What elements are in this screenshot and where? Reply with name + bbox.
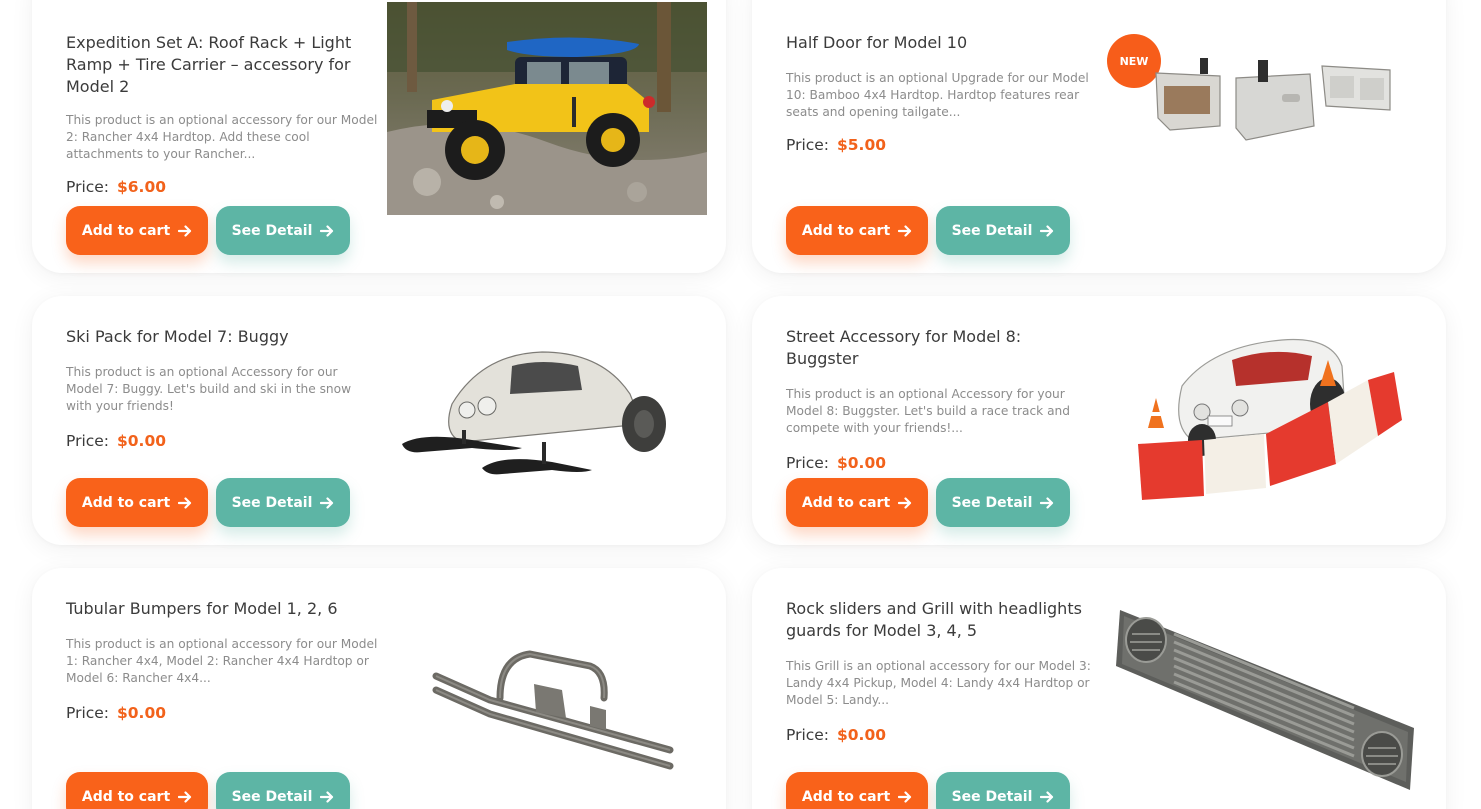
price-label: Price: [786,135,830,154]
add-to-cart-label: Add to cart [81,788,171,805]
price-line: Price: $5.00 [786,136,1098,154]
yellow-jeep-photo [387,2,707,215]
price-label: Price: [66,703,110,722]
see-detail-label: See Detail [231,788,313,805]
product-card: Expedition Set A: Roof Rack + Light Ramp… [32,0,726,273]
arrow-right-icon [898,790,912,803]
product-description: This product is an optional Accessory fo… [66,365,352,414]
product-info: Tubular Bumpers for Model 1, 2, 6 This p… [66,598,378,722]
product-title[interactable]: Rock sliders and Grill with headlights g… [786,598,1098,642]
product-card: Tubular Bumpers for Model 1, 2, 6 This p… [32,568,726,809]
product-title[interactable]: Expedition Set A: Roof Rack + Light Ramp… [66,32,378,98]
add-to-cart-button[interactable]: Add to cart [66,206,208,255]
product-description: This Grill is an optional accessory for … [786,659,1091,708]
see-detail-label: See Detail [951,494,1033,511]
product-info: Street Accessory for Model 8: Buggster T… [786,326,1098,472]
product-card: Ski Pack for Model 7: Buggy This product… [32,296,726,545]
add-to-cart-button[interactable]: Add to cart [786,478,928,527]
arrow-right-icon [1040,224,1054,237]
price-label: Price: [786,725,830,744]
buggy-with-skis [402,351,666,475]
add-to-cart-button[interactable]: Add to cart [66,478,208,527]
add-to-cart-label: Add to cart [801,222,891,239]
see-detail-label: See Detail [951,222,1033,239]
price-value: $6.00 [116,177,167,196]
arrow-right-icon [320,496,334,509]
see-detail-button[interactable]: See Detail [936,206,1070,255]
product-title[interactable]: Ski Pack for Model 7: Buggy [66,326,378,348]
see-detail-button[interactable]: See Detail [216,206,350,255]
price-value: $0.00 [116,703,167,722]
product-image[interactable] [1132,316,1412,506]
add-to-cart-label: Add to cart [81,222,171,239]
tubular-bumper [432,650,674,770]
add-to-cart-button[interactable]: Add to cart [66,772,208,809]
product-info: Rock sliders and Grill with headlights g… [786,598,1098,744]
price-label: Price: [786,453,830,472]
see-detail-label: See Detail [231,222,313,239]
arrow-right-icon [1040,790,1054,803]
product-image[interactable] [1114,604,1418,794]
half-door-parts [1155,58,1391,141]
price-line: Price: $6.00 [66,178,378,196]
price-value: $0.00 [116,431,167,450]
convertible-race-track [1138,338,1402,500]
see-detail-button[interactable]: See Detail [936,772,1070,809]
see-detail-label: See Detail [951,788,1033,805]
price-value: $0.00 [836,725,887,744]
product-card: Street Accessory for Model 8: Buggster T… [752,296,1446,545]
arrow-right-icon [320,224,334,237]
product-description: This product is an optional accessory fo… [66,113,378,162]
add-to-cart-label: Add to cart [801,494,891,511]
grill-with-headlight-guards [1116,610,1414,790]
arrow-right-icon [178,496,192,509]
product-info: Ski Pack for Model 7: Buggy This product… [66,326,378,450]
arrow-right-icon [898,496,912,509]
see-detail-button[interactable]: See Detail [216,478,350,527]
product-image[interactable] [387,2,707,215]
arrow-right-icon [1040,496,1054,509]
product-description: This product is an optional Upgrade for … [786,71,1089,120]
price-line: Price: $0.00 [786,454,1098,472]
price-line: Price: $0.00 [66,432,378,450]
see-detail-button[interactable]: See Detail [216,772,350,809]
price-label: Price: [66,431,110,450]
price-value: $5.00 [836,135,887,154]
see-detail-button[interactable]: See Detail [936,478,1070,527]
product-card: Half Door for Model 10 This product is a… [752,0,1446,273]
arrow-right-icon [320,790,334,803]
product-image[interactable] [430,640,690,780]
price-value: $0.00 [836,453,887,472]
price-line: Price: $0.00 [66,704,378,722]
see-detail-label: See Detail [231,494,313,511]
add-to-cart-label: Add to cart [81,494,171,511]
product-info: Half Door for Model 10 This product is a… [786,32,1098,154]
product-info: Expedition Set A: Roof Rack + Light Ramp… [66,32,378,196]
arrow-right-icon [898,224,912,237]
arrow-right-icon [178,224,192,237]
add-to-cart-label: Add to cart [801,788,891,805]
product-description: This product is an optional Accessory fo… [786,387,1071,436]
product-description: This product is an optional accessory fo… [66,637,378,686]
product-image[interactable] [392,344,682,484]
add-to-cart-button[interactable]: Add to cart [786,772,928,809]
product-title[interactable]: Street Accessory for Model 8: Buggster [786,326,1098,370]
arrow-right-icon [178,790,192,803]
price-line: Price: $0.00 [786,726,1098,744]
product-card: Rock sliders and Grill with headlights g… [752,568,1446,809]
product-title[interactable]: Half Door for Model 10 [786,32,1098,54]
product-title[interactable]: Tubular Bumpers for Model 1, 2, 6 [66,598,378,620]
add-to-cart-button[interactable]: Add to cart [786,206,928,255]
price-label: Price: [66,177,110,196]
product-image[interactable] [1150,48,1400,158]
